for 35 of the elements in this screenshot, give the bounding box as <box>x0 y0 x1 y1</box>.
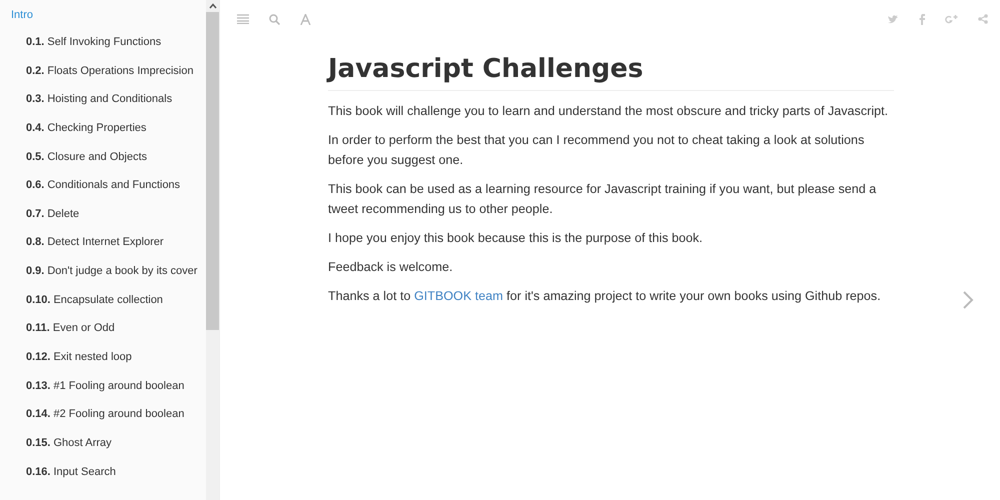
chapter-link[interactable]: 0.12. Exit nested loop <box>0 343 206 372</box>
paragraph: This book will challenge you to learn and understand the most obscure and tricky parts of Javascript. <box>328 103 890 120</box>
scrollbar[interactable] <box>206 0 219 500</box>
bird-icon[interactable] <box>888 14 899 24</box>
g-plus-icon[interactable] <box>945 14 958 24</box>
chapter-link[interactable]: 0.5. Closure and Objects <box>0 142 206 172</box>
paragraph: This book can be used as a learning resource for Javascript training if you want, but please send a tweet recommending us to other people. <box>328 181 878 218</box>
share-icon[interactable] <box>978 14 988 24</box>
search-icon[interactable] <box>269 14 280 24</box>
chapter-link[interactable]: 0.2. Floats Operations Imprecision <box>0 56 206 86</box>
chapter-link[interactable]: 0.16. Input Search <box>0 458 206 486</box>
chapter-link[interactable]: 0.11. Even or Odd <box>0 314 206 344</box>
chapter-link[interactable]: 0.6. Conditionals and Functions <box>0 171 206 200</box>
paragraph: Feedback is welcome. <box>328 259 454 276</box>
paragraph: In order to perform the best that you can I recommend you not to cheat taking a look at solutions before you suggest one. <box>328 132 866 169</box>
chapter-link[interactable]: 0.13. #1 Fooling around boolean <box>0 372 206 400</box>
chapter-link[interactable]: 0.4. Checking Properties <box>0 114 206 143</box>
chapter-link[interactable]: 0.10. Encapsulate collection <box>0 286 206 314</box>
font-icon[interactable] <box>300 14 311 24</box>
chapter-link[interactable]: 0.3. Hoisting and Conditionals <box>0 85 206 114</box>
page-title: Javascript Challenges <box>328 54 894 91</box>
menu-icon[interactable] <box>237 14 249 24</box>
scroll-up-icon[interactable] <box>208 3 216 9</box>
chapter-link[interactable]: 0.1. Self Invoking Functions <box>0 28 206 57</box>
link[interactable]: GITBOOK team <box>414 289 503 303</box>
scrollbar-thumb[interactable] <box>206 12 219 330</box>
paragraph: Thanks a lot to GITBOOK team for it's amazing project to write your own books using Github repos. <box>328 288 882 305</box>
chapter-link[interactable]: 0.9. Don't judge a book by its cover <box>0 257 206 286</box>
chapter-link[interactable]: 0.14. #2 Fooling around boolean <box>0 400 206 429</box>
f-letter-icon[interactable] <box>919 14 925 24</box>
chapter-link[interactable]: 0.15. Ghost Array <box>0 428 206 458</box>
chapter-link[interactable]: 0.8. Detect Internet Explorer <box>0 228 206 258</box>
chapter-link[interactable]: 0.7. Delete <box>0 200 206 228</box>
next-page-icon[interactable] <box>962 290 974 310</box>
paragraph: I hope you enjoy this book because this is the purpose of this book. <box>328 230 704 247</box>
